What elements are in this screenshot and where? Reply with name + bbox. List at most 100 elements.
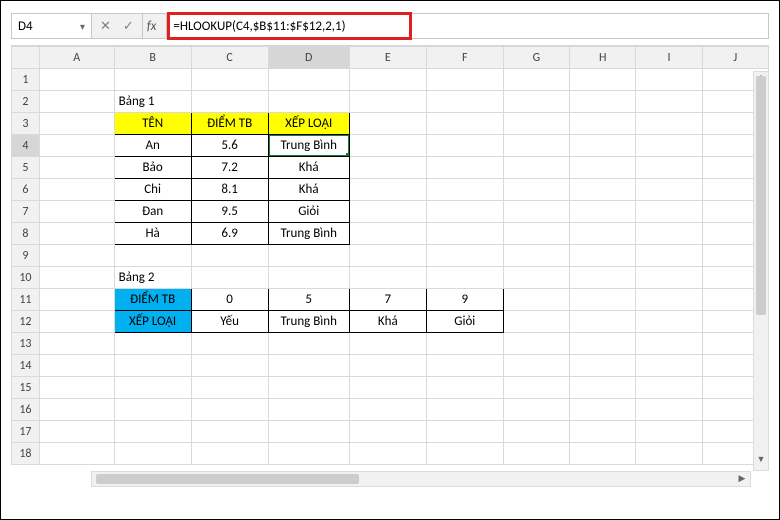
cell[interactable] bbox=[114, 333, 191, 355]
cell[interactable] bbox=[349, 91, 426, 113]
row-header-4[interactable]: 4 bbox=[12, 135, 40, 157]
cell[interactable] bbox=[570, 399, 636, 421]
t2-r1-v0[interactable]: 0 bbox=[191, 289, 268, 311]
t1-r2-name[interactable]: Bảo bbox=[114, 157, 191, 179]
cell[interactable] bbox=[570, 157, 636, 179]
table1-title[interactable]: Bảng 1 bbox=[114, 91, 191, 113]
col-header-B[interactable]: B bbox=[114, 47, 191, 69]
cancel-icon[interactable]: ✕ bbox=[100, 20, 111, 33]
horizontal-scroll-thumb[interactable] bbox=[96, 474, 359, 484]
cell[interactable] bbox=[426, 333, 503, 355]
cell[interactable] bbox=[636, 223, 702, 245]
cell[interactable] bbox=[39, 179, 114, 201]
cell[interactable] bbox=[114, 421, 191, 443]
vertical-scrollbar[interactable]: ▲ ▼ bbox=[753, 71, 769, 471]
cell[interactable] bbox=[503, 267, 569, 289]
t1-r3-rank[interactable]: Khá bbox=[268, 179, 349, 201]
row-header-15[interactable]: 15 bbox=[12, 377, 40, 399]
cell[interactable] bbox=[349, 399, 426, 421]
cell[interactable] bbox=[503, 69, 569, 91]
cell[interactable] bbox=[114, 355, 191, 377]
row-header-6[interactable]: 6 bbox=[12, 179, 40, 201]
col-header-A[interactable]: A bbox=[39, 47, 114, 69]
row-header-12[interactable]: 12 bbox=[12, 311, 40, 333]
cell[interactable] bbox=[268, 267, 349, 289]
cell[interactable] bbox=[191, 355, 268, 377]
cell[interactable] bbox=[503, 91, 569, 113]
cell[interactable] bbox=[636, 135, 702, 157]
name-box[interactable]: D4 ▾ bbox=[12, 14, 92, 38]
cell[interactable] bbox=[268, 69, 349, 91]
t2-r1-v1[interactable]: 5 bbox=[268, 289, 349, 311]
cell[interactable] bbox=[570, 69, 636, 91]
cell[interactable] bbox=[39, 443, 114, 465]
cell[interactable] bbox=[268, 355, 349, 377]
cell[interactable] bbox=[503, 377, 569, 399]
cell[interactable] bbox=[636, 355, 702, 377]
cell[interactable] bbox=[570, 333, 636, 355]
row-header-16[interactable]: 16 bbox=[12, 399, 40, 421]
cell[interactable] bbox=[636, 245, 702, 267]
cell[interactable] bbox=[39, 245, 114, 267]
cell[interactable] bbox=[636, 377, 702, 399]
worksheet[interactable]: A B C D E F G H I J 1 2Bảng 1 3 TÊN ĐIỂM… bbox=[11, 45, 769, 487]
cell[interactable] bbox=[349, 223, 426, 245]
cell[interactable] bbox=[268, 245, 349, 267]
cell[interactable] bbox=[191, 399, 268, 421]
cell[interactable] bbox=[426, 201, 503, 223]
cell[interactable] bbox=[426, 245, 503, 267]
t1-hdr-score[interactable]: ĐIỂM TB bbox=[191, 113, 268, 135]
cell[interactable] bbox=[191, 443, 268, 465]
cell[interactable] bbox=[349, 377, 426, 399]
t1-r2-rank[interactable]: Khá bbox=[268, 157, 349, 179]
t1-r5-rank[interactable]: Trung Bình bbox=[268, 223, 349, 245]
cell[interactable] bbox=[636, 267, 702, 289]
cell[interactable] bbox=[570, 377, 636, 399]
cell[interactable] bbox=[39, 289, 114, 311]
cell[interactable] bbox=[503, 201, 569, 223]
name-box-dropdown-icon[interactable]: ▾ bbox=[80, 20, 85, 33]
t1-r3-score[interactable]: 8.1 bbox=[191, 179, 268, 201]
cell[interactable] bbox=[191, 69, 268, 91]
t1-r2-score[interactable]: 7.2 bbox=[191, 157, 268, 179]
cell[interactable] bbox=[426, 355, 503, 377]
cell[interactable] bbox=[349, 355, 426, 377]
cell[interactable] bbox=[636, 311, 702, 333]
cell[interactable] bbox=[349, 135, 426, 157]
cell[interactable] bbox=[39, 113, 114, 135]
row-header-17[interactable]: 17 bbox=[12, 421, 40, 443]
cell[interactable] bbox=[39, 201, 114, 223]
cell[interactable] bbox=[39, 355, 114, 377]
row-header-1[interactable]: 1 bbox=[12, 69, 40, 91]
cell[interactable] bbox=[114, 69, 191, 91]
cell[interactable] bbox=[349, 157, 426, 179]
t2-r1-v2[interactable]: 7 bbox=[349, 289, 426, 311]
cell[interactable] bbox=[426, 223, 503, 245]
cell[interactable] bbox=[114, 245, 191, 267]
t2-r1-label[interactable]: ĐIỂM TB bbox=[114, 289, 191, 311]
cell[interactable] bbox=[570, 91, 636, 113]
col-header-D[interactable]: D bbox=[268, 47, 349, 69]
t2-r2-label[interactable]: XẾP LOẠI bbox=[114, 311, 191, 333]
cell[interactable] bbox=[349, 69, 426, 91]
cell[interactable] bbox=[426, 91, 503, 113]
row-header-18[interactable]: 18 bbox=[12, 443, 40, 465]
cell[interactable] bbox=[570, 245, 636, 267]
fx-label[interactable]: fx bbox=[143, 14, 168, 38]
formula-input[interactable]: =HLOOKUP(C4,$B$11:$F$12,2,1) bbox=[167, 14, 768, 38]
cell[interactable] bbox=[503, 245, 569, 267]
col-header-H[interactable]: H bbox=[570, 47, 636, 69]
cell[interactable] bbox=[426, 267, 503, 289]
row-header-8[interactable]: 8 bbox=[12, 223, 40, 245]
cell[interactable] bbox=[503, 399, 569, 421]
cell[interactable] bbox=[349, 267, 426, 289]
row-header-14[interactable]: 14 bbox=[12, 355, 40, 377]
cell[interactable] bbox=[349, 421, 426, 443]
cell[interactable] bbox=[39, 223, 114, 245]
col-header-G[interactable]: G bbox=[503, 47, 569, 69]
cell[interactable] bbox=[426, 399, 503, 421]
cell[interactable] bbox=[191, 333, 268, 355]
cell[interactable] bbox=[39, 157, 114, 179]
t1-r1-score[interactable]: 5.6 bbox=[191, 135, 268, 157]
cell[interactable] bbox=[503, 113, 569, 135]
